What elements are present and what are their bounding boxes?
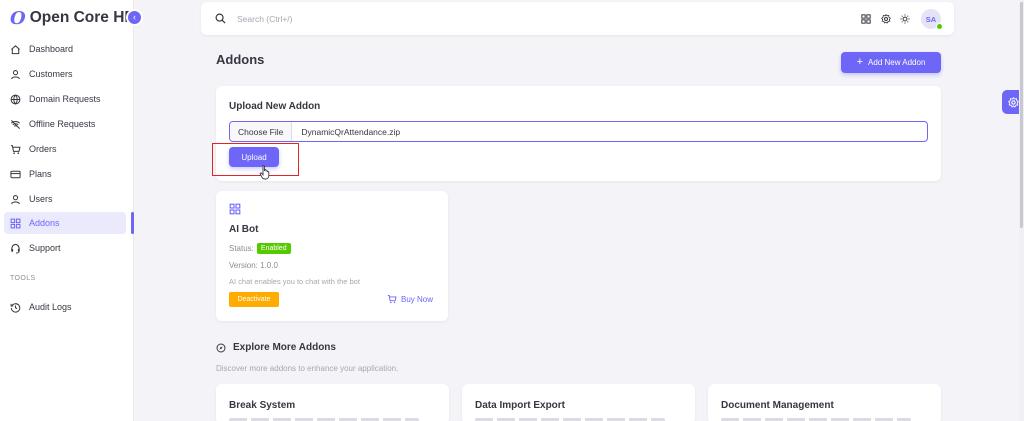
sidebar-item-label: Customers	[29, 69, 73, 79]
sidebar-collapse-button[interactable]: ‹	[126, 9, 143, 26]
addon-card-document-management[interactable]: Document Management	[708, 384, 941, 421]
plus-icon: +	[856, 56, 864, 68]
shortcuts-icon[interactable]	[861, 14, 871, 24]
addon-version: Version: 1.0.0	[229, 261, 278, 270]
sidebar-item-label: Addons	[29, 218, 60, 228]
sidebar-item-label: Orders	[29, 144, 57, 154]
headset-icon	[10, 243, 21, 254]
sidebar-item-label: Audit Logs	[29, 302, 72, 312]
deactivate-button[interactable]: Deactivate	[229, 292, 279, 307]
sidebar-item-orders[interactable]: Orders	[4, 138, 126, 160]
sidebar-item-dashboard[interactable]: Dashboard	[4, 38, 126, 60]
add-new-addon-button[interactable]: + Add New Addon	[841, 52, 941, 73]
sidebar-item-label: Support	[29, 243, 61, 253]
sidebar-item-label: Plans	[29, 169, 52, 179]
sidebar-item-addons[interactable]: Addons	[4, 212, 126, 234]
addon-card-title: Data Import Export	[475, 400, 566, 411]
file-input[interactable]: Choose File DynamicQrAttendance.zip	[229, 121, 928, 142]
cart-icon	[387, 295, 397, 304]
apps-icon	[229, 203, 241, 215]
sidebar: O Open Core HR Dashboard Customers Domai…	[0, 0, 136, 421]
search-icon	[215, 13, 226, 24]
status-label: Status:	[229, 244, 254, 253]
addon-card-title: Document Management	[721, 400, 834, 411]
addon-card-break-system[interactable]: Break System	[216, 384, 449, 421]
active-indicator	[131, 212, 134, 234]
sidebar-item-plans[interactable]: Plans	[4, 163, 126, 185]
online-status-dot	[936, 23, 943, 30]
scrollbar-thumb[interactable]	[1020, 2, 1023, 228]
sidebar-item-label: Offline Requests	[29, 119, 96, 129]
buy-now-link[interactable]: Buy Now	[387, 294, 433, 304]
avatar-initials: SA	[925, 14, 937, 24]
explore-subtitle: Discover more addons to enhance your app…	[216, 364, 399, 373]
avatar[interactable]: SA	[921, 9, 943, 30]
sidebar-item-users[interactable]: Users	[4, 188, 126, 210]
globe-icon	[10, 94, 21, 105]
sidebar-item-offline-requests[interactable]: Offline Requests	[4, 113, 126, 135]
topbar: SA	[201, 2, 954, 35]
sun-icon[interactable]	[900, 14, 910, 24]
sidebar-item-label: Domain Requests	[29, 94, 101, 104]
brand-name: Open Core HR	[29, 9, 136, 26]
addon-name: AI Bot	[229, 224, 259, 235]
compass-icon	[216, 342, 226, 353]
upload-addon-card: Upload New Addon Choose File DynamicQrAt…	[216, 86, 941, 181]
brand-logo: O	[10, 7, 26, 29]
status-badge: Enabled	[256, 243, 291, 254]
addon-card-data-import-export[interactable]: Data Import Export	[462, 384, 695, 421]
history-icon	[10, 302, 21, 313]
explore-section-title: Explore More Addons	[216, 342, 336, 353]
chevron-left-icon: ‹	[133, 12, 136, 22]
brand[interactable]: O Open Core HR	[10, 6, 136, 30]
addon-card: AI Bot Status: Enabled Version: 1.0.0 AI…	[216, 191, 448, 321]
credit-card-icon	[10, 169, 21, 180]
sidebar-item-domain-requests[interactable]: Domain Requests	[4, 88, 126, 110]
addon-description: AI chat enables you to chat with the bot	[229, 277, 360, 286]
hand-cursor-icon	[259, 165, 270, 180]
addon-status-row: Status: Enabled	[229, 243, 291, 254]
cart-icon	[10, 144, 21, 155]
highlight-box	[212, 143, 299, 176]
user-icon	[10, 194, 21, 205]
gear-icon	[1007, 96, 1019, 108]
search-input[interactable]	[237, 11, 537, 27]
wifi-off-icon	[10, 119, 21, 130]
home-icon	[10, 44, 21, 55]
sidebar-item-support[interactable]: Support	[4, 237, 126, 259]
settings-icon[interactable]	[881, 14, 891, 24]
sidebar-item-audit-logs[interactable]: Audit Logs	[4, 296, 126, 318]
user-icon	[10, 69, 21, 80]
choose-file-button[interactable]: Choose File	[230, 122, 293, 141]
sidebar-item-label: Dashboard	[29, 44, 74, 54]
sidebar-section-tools: TOOLS	[10, 275, 36, 282]
addon-card-title: Break System	[229, 400, 296, 411]
apps-icon	[10, 218, 21, 229]
sidebar-item-label: Users	[29, 194, 53, 204]
selected-file-name: DynamicQrAttendance.zip	[301, 126, 401, 137]
buy-now-label: Buy Now	[401, 294, 434, 304]
upload-card-title: Upload New Addon	[229, 101, 321, 112]
explore-title-text: Explore More Addons	[233, 342, 336, 353]
page-title: Addons	[216, 52, 265, 67]
sidebar-item-customers[interactable]: Customers	[4, 63, 126, 85]
add-new-addon-label: Add New Addon	[868, 58, 926, 67]
